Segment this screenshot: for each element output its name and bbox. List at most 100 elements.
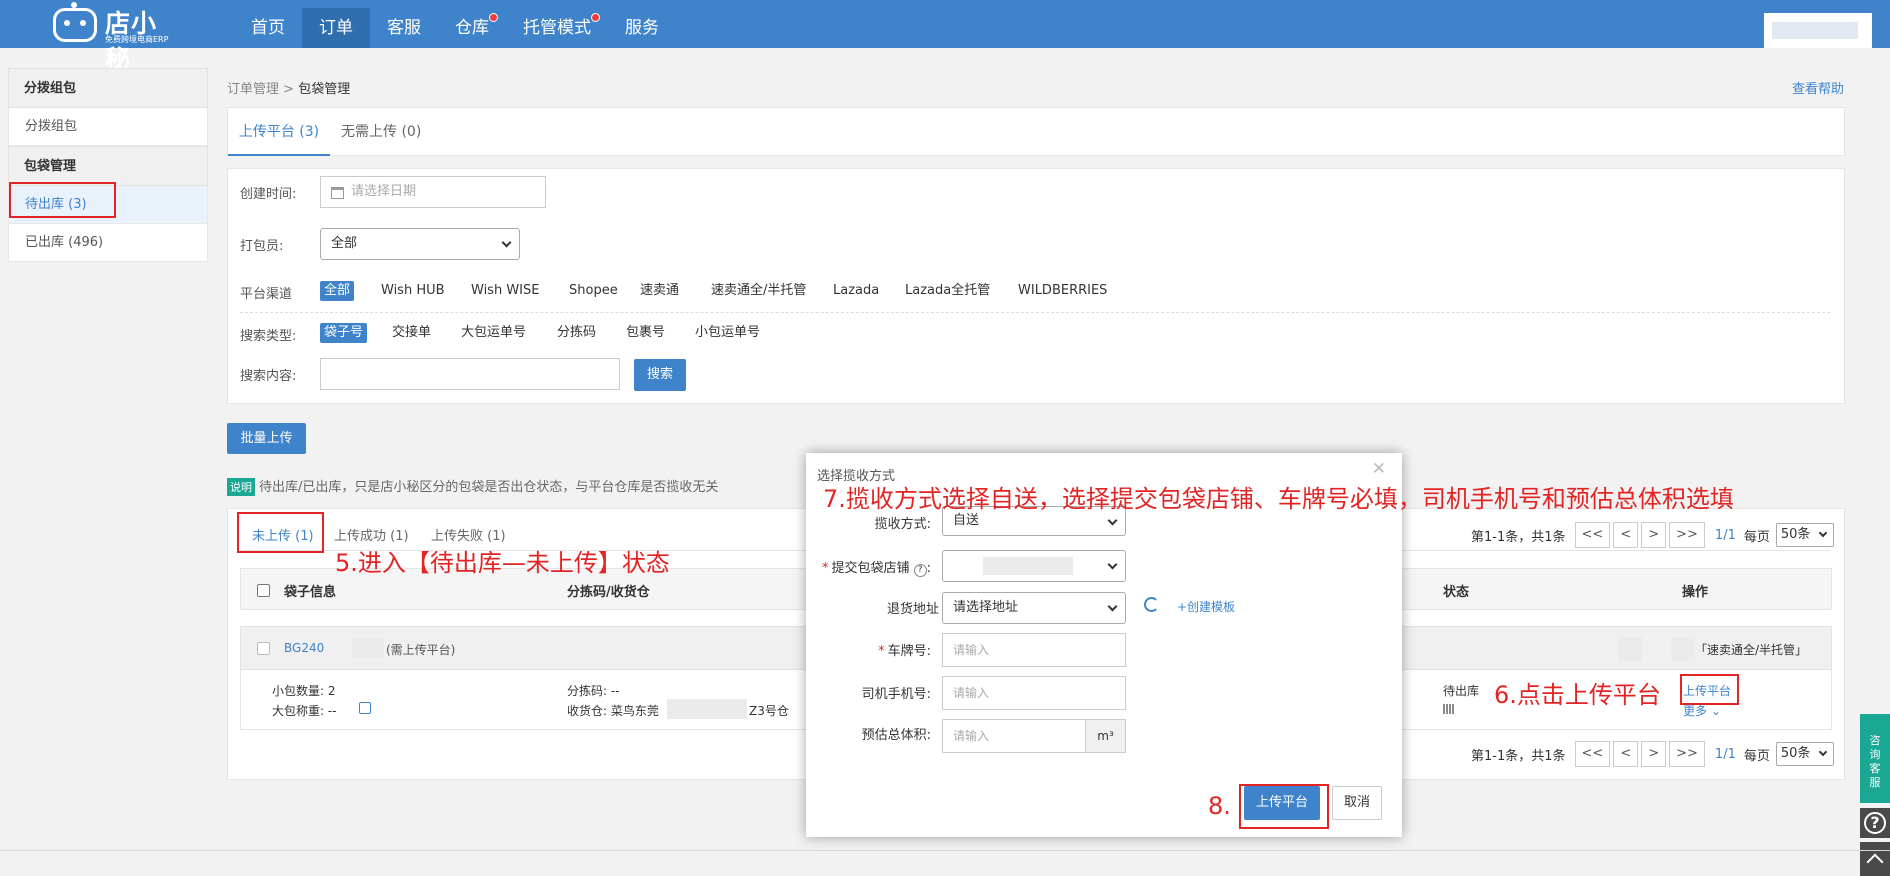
sidebar-item-shipped[interactable]: 已出库 (496) bbox=[8, 224, 208, 262]
tab-upload-platform[interactable]: 上传平台 (3) bbox=[228, 108, 330, 156]
redacted-store bbox=[983, 557, 1073, 575]
channel-label: 平台渠道 bbox=[240, 287, 293, 302]
subtab-upload-failed[interactable]: 上传失败 (1) bbox=[431, 525, 506, 544]
tab-no-upload[interactable]: 无需上传 (0) bbox=[341, 108, 421, 156]
select-all-checkbox[interactable] bbox=[257, 584, 270, 597]
notification-dot bbox=[489, 13, 498, 22]
user-account-box[interactable] bbox=[1764, 13, 1872, 48]
tip-text: 待出库/已出库，只是店小秘区分的包袋是否出仓状态，与平台仓库是否揽收无关 bbox=[259, 480, 719, 495]
channel-shopee[interactable]: Shopee bbox=[565, 281, 622, 301]
warehouse-suffix: Z3号仓 bbox=[749, 704, 789, 718]
tip-note: 说明 待出库/已出库，只是店小秘区分的包袋是否出仓状态，与平台仓库是否揽收无关 bbox=[227, 476, 718, 496]
annotation-step-8: 8. bbox=[1208, 792, 1231, 820]
sidebar-group-distribution: 分拨组包 bbox=[8, 68, 208, 108]
channel-aliexpress[interactable]: 速卖通 bbox=[636, 281, 683, 301]
driver-phone-label: 司机手机号: bbox=[861, 687, 931, 702]
per-page-label: 每页 bbox=[1743, 748, 1770, 764]
logo-subtitle: 免费跨境电商ERP bbox=[105, 35, 169, 44]
app-logo[interactable]: 店小秘 免费跨境电商ERP bbox=[50, 2, 180, 74]
nav-hosting-mode[interactable]: 托管模式 bbox=[506, 8, 608, 48]
question-icon: ? bbox=[913, 564, 927, 577]
store-select[interactable] bbox=[942, 550, 1126, 582]
breadcrumb-current: 包袋管理 bbox=[298, 82, 351, 97]
nav-customer-service[interactable]: 客服 bbox=[370, 8, 438, 48]
question-icon: ? bbox=[1864, 812, 1886, 834]
next-page-button[interactable]: > bbox=[1641, 522, 1667, 548]
calendar-icon bbox=[331, 187, 344, 199]
top-nav-bar: 店小秘 免费跨境电商ERP 首页 订单 客服 仓库 托管模式 服务 bbox=[0, 0, 1890, 74]
per-page-select[interactable]: 50条 bbox=[1775, 523, 1834, 547]
search-button[interactable]: 搜索 bbox=[634, 359, 686, 391]
filter-panel: 创建时间: 请选择日期 打包员: 全部 平台渠道 全部 Wish HUB Wis… bbox=[227, 168, 1845, 404]
channel-lazada-hosted[interactable]: Lazada全托管 bbox=[901, 281, 994, 301]
search-type-handover[interactable]: 交接单 bbox=[388, 323, 435, 343]
next-page-button[interactable]: > bbox=[1641, 741, 1667, 767]
batch-upload-button[interactable]: 批量上传 bbox=[227, 423, 306, 454]
annotation-highlight-confirm bbox=[1239, 784, 1329, 829]
edit-icon[interactable] bbox=[359, 702, 371, 714]
channel-wish-wise[interactable]: Wish WISE bbox=[467, 281, 543, 301]
help-button[interactable]: ? bbox=[1860, 808, 1890, 838]
nav-warehouse[interactable]: 仓库 bbox=[438, 8, 506, 48]
platform-tag: 「速卖通全/半托管」 bbox=[1695, 643, 1808, 657]
search-type-small-tracking[interactable]: 小包运单号 bbox=[691, 323, 764, 343]
first-page-button[interactable]: << bbox=[1574, 522, 1611, 548]
search-input[interactable] bbox=[320, 358, 620, 390]
channel-wildberries[interactable]: WILDBERRIES bbox=[1014, 281, 1111, 301]
per-page-label: 每页 bbox=[1743, 529, 1770, 545]
first-page-button[interactable]: << bbox=[1574, 741, 1611, 767]
back-to-top-button[interactable] bbox=[1860, 842, 1890, 876]
channel-all[interactable]: 全部 bbox=[320, 281, 355, 301]
sidebar-group-bag-management: 包袋管理 bbox=[8, 146, 208, 186]
last-page-button[interactable]: >> bbox=[1669, 522, 1705, 548]
per-page-select[interactable]: 50条 bbox=[1775, 742, 1834, 766]
prev-page-button[interactable]: < bbox=[1613, 522, 1639, 548]
header-action: 操作 bbox=[1682, 585, 1709, 600]
consult-service-button[interactable]: 咨询客服 bbox=[1860, 714, 1890, 803]
cancel-button[interactable]: 取消 bbox=[1332, 786, 1382, 820]
row-checkbox[interactable] bbox=[257, 642, 270, 655]
volume-input[interactable]: 请输入 m³ bbox=[942, 719, 1126, 753]
search-type-big-tracking[interactable]: 大包运单号 bbox=[457, 323, 530, 343]
nav-services[interactable]: 服务 bbox=[608, 8, 676, 48]
prev-page-button[interactable]: < bbox=[1613, 741, 1639, 767]
channel-lazada[interactable]: Lazada bbox=[829, 281, 883, 301]
channel-aliexpress-hosted[interactable]: 速卖通全/半托管 bbox=[707, 281, 810, 301]
pagination-summary: 第1-1条，共1条 bbox=[1471, 748, 1566, 764]
subtab-upload-success[interactable]: 上传成功 (1) bbox=[334, 525, 409, 544]
last-page-button[interactable]: >> bbox=[1669, 741, 1705, 767]
current-page: 1/1 bbox=[1714, 527, 1736, 543]
header-status: 状态 bbox=[1443, 585, 1470, 600]
annotation-step-5: 5.进入【待出库—未上传】状态 bbox=[335, 549, 670, 577]
breadcrumb-parent[interactable]: 订单管理 bbox=[227, 82, 279, 97]
return-address-label: 退货地址 bbox=[886, 602, 939, 617]
search-type-sort-code[interactable]: 分拣码 bbox=[553, 323, 600, 343]
breadcrumb-separator: > bbox=[283, 82, 295, 97]
tip-tag: 说明 bbox=[227, 478, 255, 496]
chevron-up-icon bbox=[1866, 853, 1884, 871]
date-picker[interactable]: 请选择日期 bbox=[320, 176, 546, 208]
help-link[interactable]: 查看帮助 bbox=[1792, 78, 1844, 97]
notification-dot bbox=[591, 13, 600, 22]
chevron-down-icon bbox=[501, 237, 512, 248]
plate-number-input[interactable]: 请输入 bbox=[942, 633, 1126, 667]
search-type-bag-no[interactable]: 袋子号 bbox=[320, 323, 368, 343]
refresh-icon[interactable] bbox=[1144, 597, 1159, 612]
pickup-method-label: 揽收方式: bbox=[874, 517, 931, 532]
bag-number-link[interactable]: BG240 bbox=[284, 641, 324, 655]
search-content-label: 搜索内容: bbox=[240, 369, 297, 384]
channel-wish-hub[interactable]: Wish HUB bbox=[377, 281, 449, 301]
redacted-warehouse bbox=[667, 699, 747, 719]
pagination-top: 第1-1条，共1条 << < > >> 1/1 每页 50条 bbox=[1471, 522, 1834, 548]
footer-divider bbox=[0, 850, 1890, 851]
return-address-select[interactable]: 请选择地址 bbox=[942, 592, 1126, 624]
sidebar-item-distribution[interactable]: 分拨组包 bbox=[8, 108, 208, 146]
packer-select[interactable]: 全部 bbox=[320, 228, 520, 260]
search-type-package-no[interactable]: 包裹号 bbox=[622, 323, 669, 343]
close-icon[interactable]: ✕ bbox=[1372, 459, 1386, 479]
sidebar: 分拨组包 分拨组包 包袋管理 待出库 (3) 已出库 (496) bbox=[8, 68, 208, 262]
driver-phone-input[interactable]: 请输入 bbox=[942, 676, 1126, 710]
create-template-link[interactable]: +创建模板 bbox=[1177, 598, 1235, 615]
nav-home[interactable]: 首页 bbox=[234, 8, 302, 48]
nav-orders[interactable]: 订单 bbox=[302, 8, 370, 48]
